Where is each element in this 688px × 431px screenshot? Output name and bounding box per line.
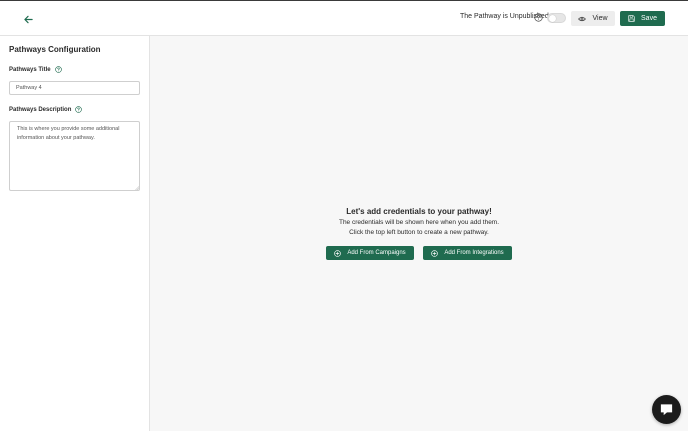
- pathway-title-input[interactable]: [9, 81, 140, 95]
- add-from-integrations-button[interactable]: Add From Integrations: [423, 246, 512, 260]
- save-button-label: Save: [641, 15, 657, 22]
- chat-bubble-icon: [659, 402, 674, 417]
- empty-state-title: Let's add credentials to your pathway!: [346, 207, 492, 216]
- pathway-description-textarea[interactable]: This is where you provide some additiona…: [9, 121, 140, 191]
- pathway-title-label-row: Pathways Title: [9, 66, 62, 73]
- pathway-title-label: Pathways Title: [9, 66, 51, 73]
- question-circle-icon[interactable]: [75, 106, 83, 113]
- question-circle-icon[interactable]: [534, 13, 543, 22]
- view-button[interactable]: View: [571, 11, 615, 26]
- floppy-disk-icon: [628, 15, 635, 22]
- back-button[interactable]: [20, 11, 36, 27]
- save-button[interactable]: Save: [620, 11, 665, 26]
- add-from-campaigns-button[interactable]: Add From Campaigns: [326, 246, 414, 260]
- plus-circle-icon: [334, 249, 342, 257]
- pathway-canvas: Let's add credentials to your pathway! T…: [150, 36, 688, 431]
- sidebar-title: Pathways Configuration: [9, 45, 101, 54]
- configuration-sidebar: Pathways Configuration Pathways Title Pa…: [0, 36, 150, 431]
- pathway-description-label: Pathways Description: [9, 106, 72, 113]
- arrow-left-icon: [23, 15, 33, 24]
- view-button-label: View: [592, 15, 608, 22]
- add-from-campaigns-label: Add From Campaigns: [347, 250, 406, 256]
- eye-icon: [578, 16, 587, 22]
- empty-state-line-1: The credentials will be shown here when …: [338, 219, 500, 226]
- publish-toggle[interactable]: [547, 13, 566, 23]
- chat-launcher-button[interactable]: [652, 395, 681, 424]
- question-circle-icon[interactable]: [54, 66, 62, 73]
- plus-circle-icon: [431, 249, 439, 257]
- top-bar: The Pathway is Unpublished View Save: [0, 0, 688, 36]
- toggle-knob: [549, 15, 556, 22]
- empty-state-line-2: Click the top left button to create a ne…: [349, 229, 489, 236]
- pathway-description-label-row: Pathways Description: [9, 106, 83, 113]
- resize-grip-icon[interactable]: [135, 186, 139, 190]
- add-from-integrations-label: Add From Integrations: [444, 250, 504, 256]
